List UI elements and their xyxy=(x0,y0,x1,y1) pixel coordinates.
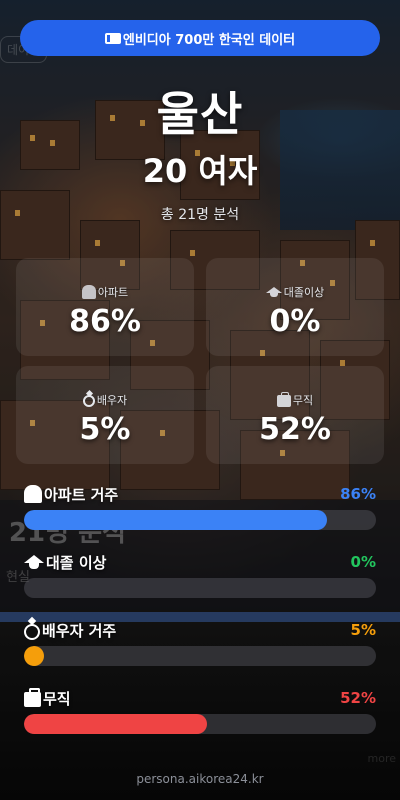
stat-percent: 52% xyxy=(340,689,376,707)
progress-track xyxy=(24,578,376,598)
persona-card: 엔비디아 700만 한국인 데이터 울산 20 여자 총 21명 분석 아파트 … xyxy=(0,0,400,800)
stat-bar-spouse: 배우자 거주 5% xyxy=(24,620,376,666)
progress-fill xyxy=(24,646,44,666)
ring-icon xyxy=(24,623,40,640)
card-value: 86% xyxy=(69,304,141,339)
apartment-icon xyxy=(24,485,42,503)
stat-label: 아파트 거주 xyxy=(44,485,119,504)
sample-count: 총 21명 분석 xyxy=(160,207,240,223)
card-label: 아파트 xyxy=(97,286,129,299)
card-value: 52% xyxy=(259,412,331,447)
card-label: 대졸이상 xyxy=(283,286,325,299)
book-icon xyxy=(104,32,121,44)
card-label: 무직 xyxy=(292,394,314,407)
stat-bar-apartment: 아파트 거주 86% xyxy=(24,484,376,530)
stat-bar-unemployed: 무직 52% xyxy=(24,688,376,734)
stat-percent: 0% xyxy=(350,553,376,571)
region-title: 울산 xyxy=(156,87,244,141)
footer-url[interactable]: persona.aikorea24.kr xyxy=(0,772,400,786)
stat-card-apartment: 아파트 86% xyxy=(16,258,194,356)
stat-card-unemployed: 무직 52% xyxy=(206,366,384,464)
stat-card-college: 대졸이상 0% xyxy=(206,258,384,356)
card-value: 5% xyxy=(79,412,131,447)
card-value: 0% xyxy=(269,304,321,339)
stat-percent: 5% xyxy=(350,621,376,639)
stat-label: 배우자 거주 xyxy=(42,621,117,640)
stat-percent: 86% xyxy=(340,485,376,503)
graduation-cap-icon xyxy=(24,555,44,569)
briefcase-icon xyxy=(24,688,41,707)
stat-label: 무직 xyxy=(43,689,71,708)
progress-track xyxy=(24,510,376,530)
progress-fill xyxy=(24,510,327,530)
progress-fill xyxy=(24,714,208,734)
card-label: 배우자 xyxy=(96,394,128,407)
graduation-cap-icon xyxy=(265,287,282,297)
stat-bar-college: 대졸 이상 0% xyxy=(24,552,376,598)
briefcase-icon xyxy=(276,392,291,407)
progress-track xyxy=(24,646,376,666)
persona-title: 20 여자 xyxy=(142,152,258,190)
apartment-icon xyxy=(81,285,96,299)
progress-track xyxy=(24,714,376,734)
stat-card-spouse: 배우자 5% xyxy=(16,366,194,464)
data-source-banner[interactable]: 엔비디아 700만 한국인 데이터 xyxy=(20,20,380,56)
banner-text: 엔비디아 700만 한국인 데이터 xyxy=(122,32,296,48)
stat-label: 대졸 이상 xyxy=(46,553,107,572)
ring-icon xyxy=(82,395,95,407)
